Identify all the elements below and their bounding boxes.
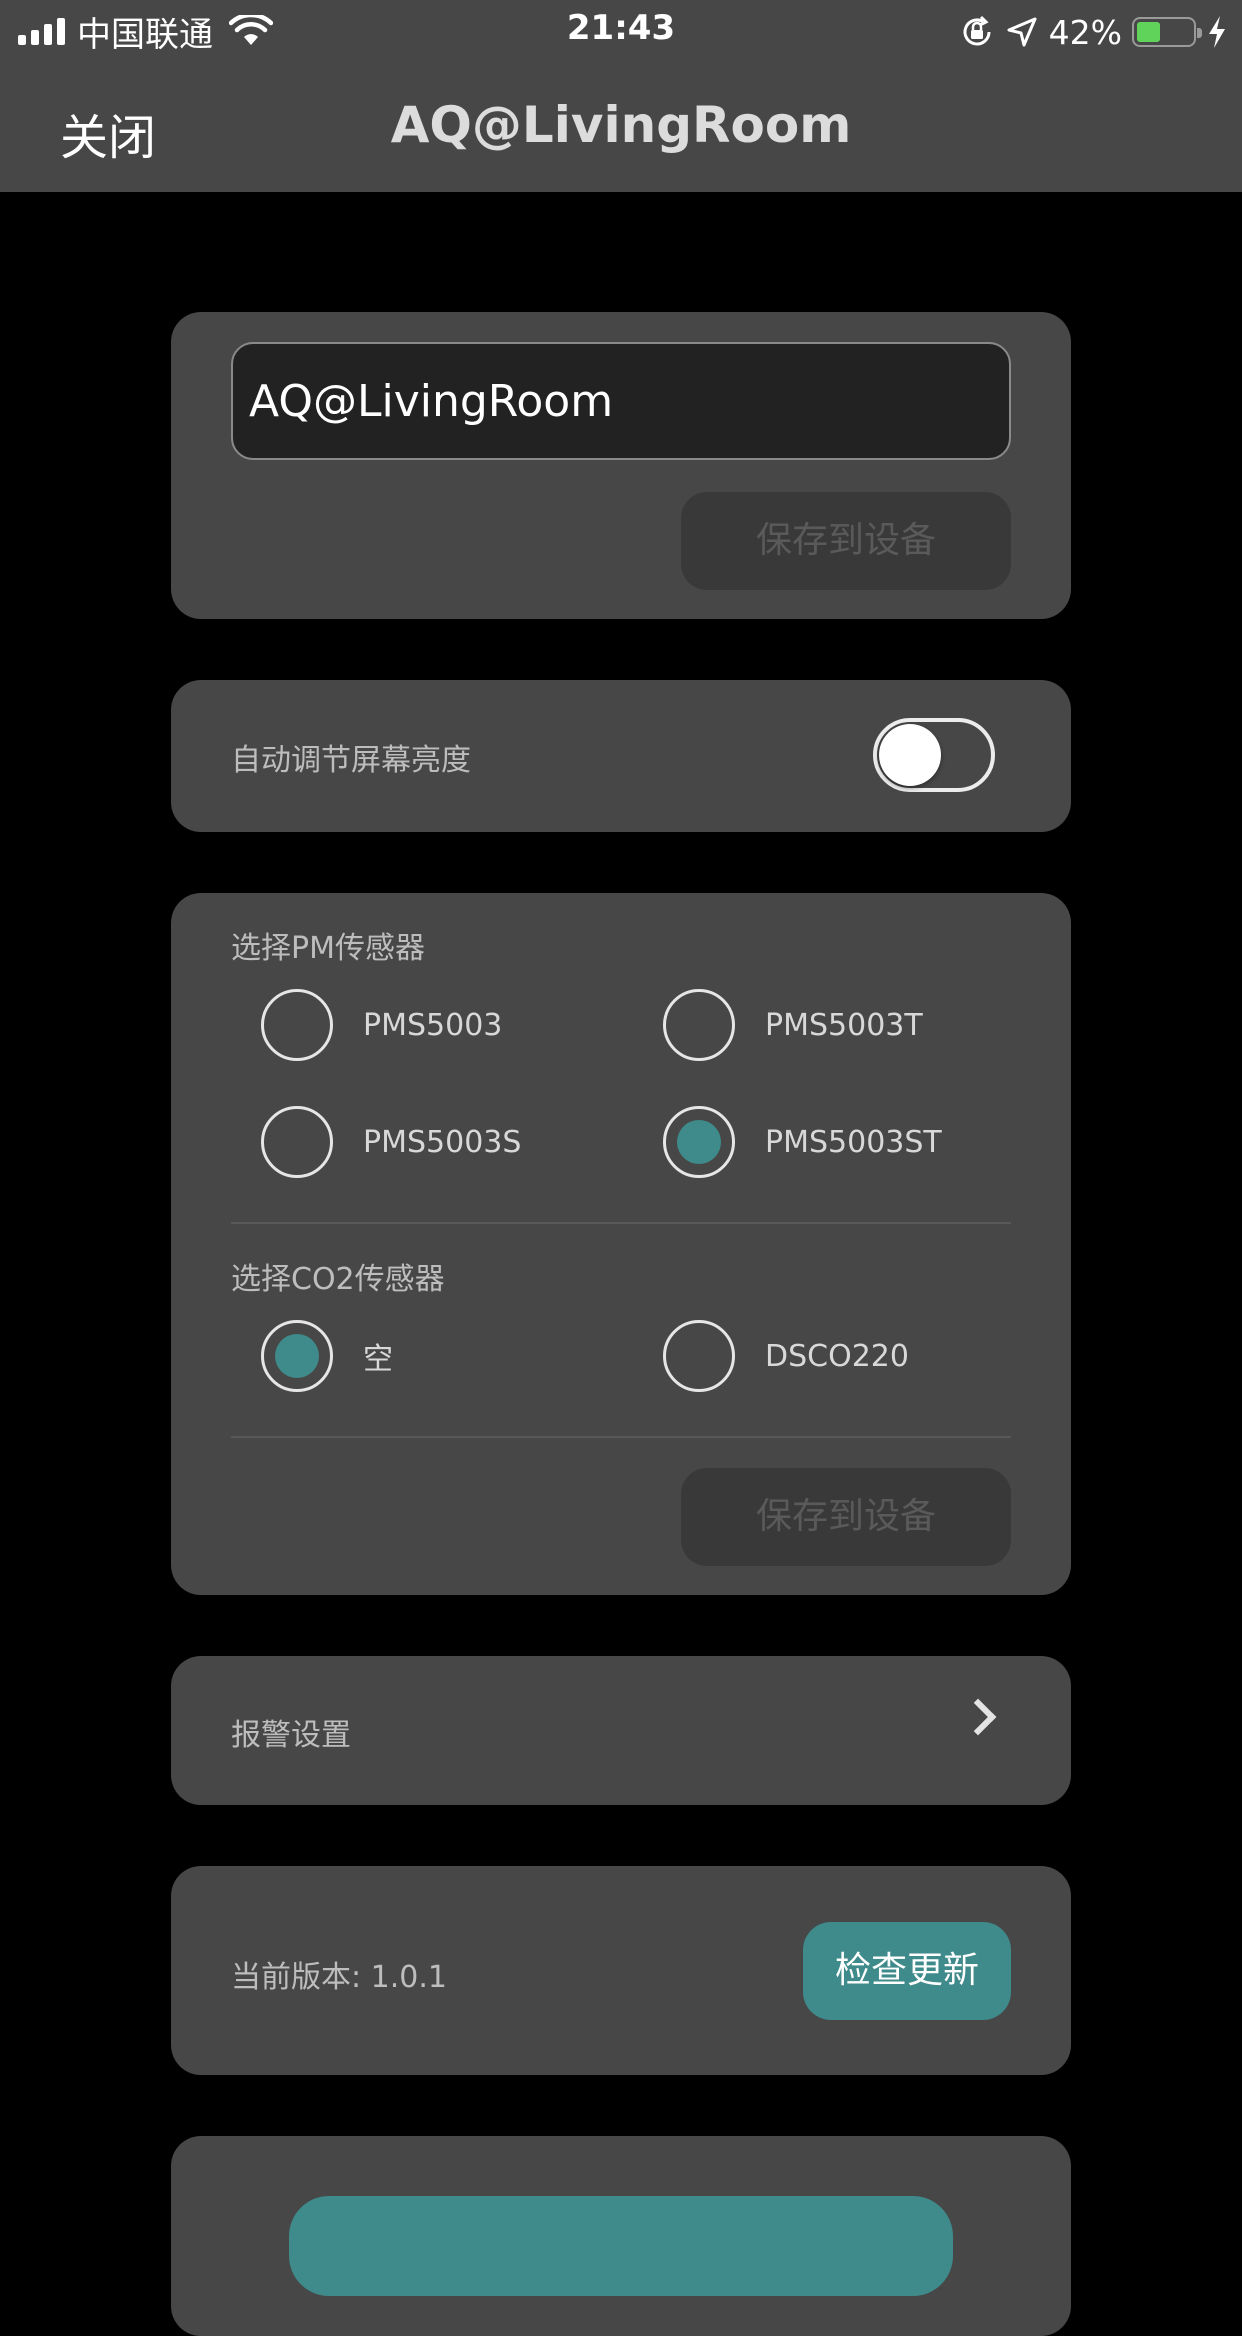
- pm-option-pms5003t[interactable]: PMS5003T: [663, 989, 923, 1061]
- sensor-card: 选择PM传感器 PMS5003 PMS5003T PMS5003S PMS500…: [171, 893, 1071, 1595]
- navigation-bar: 关闭 AQ@LivingRoom: [0, 62, 1242, 192]
- radio-button[interactable]: [663, 989, 735, 1061]
- co2-sensor-title: 选择CO2传感器: [231, 1262, 445, 1297]
- divider: [231, 1222, 1011, 1224]
- bottom-action-button[interactable]: [289, 2196, 953, 2296]
- save-name-button[interactable]: 保存到设备: [681, 492, 1011, 590]
- radio-label: PMS5003T: [765, 1007, 923, 1043]
- radio-label: PMS5003S: [363, 1124, 522, 1160]
- battery-percent: 42%: [1048, 12, 1122, 52]
- pm-option-pms5003[interactable]: PMS5003: [261, 989, 502, 1061]
- pm-option-pms5003st[interactable]: PMS5003ST: [663, 1106, 942, 1178]
- brightness-card: 自动调节屏幕亮度: [171, 680, 1071, 832]
- alarm-settings-label: 报警设置: [231, 1718, 351, 1753]
- page-title: AQ@LivingRoom: [390, 96, 852, 154]
- version-card: 当前版本: 1.0.1 检查更新: [171, 1866, 1071, 2075]
- battery-icon: [1132, 17, 1202, 47]
- radio-button[interactable]: [261, 989, 333, 1061]
- radio-button[interactable]: [261, 1320, 333, 1392]
- top-bar: 中国联通 21:43 42% 关闭 AQ@LivingRoom: [0, 0, 1242, 192]
- device-name-card: 保存到设备: [171, 312, 1071, 619]
- radio-button[interactable]: [261, 1106, 333, 1178]
- save-sensor-button[interactable]: 保存到设备: [681, 1468, 1011, 1566]
- radio-label: PMS5003ST: [765, 1124, 942, 1160]
- brightness-label: 自动调节屏幕亮度: [231, 743, 471, 778]
- divider: [231, 1436, 1011, 1438]
- toggle-knob: [879, 724, 941, 786]
- co2-option-none[interactable]: 空: [261, 1320, 393, 1392]
- charging-icon: [1209, 16, 1225, 48]
- radio-button[interactable]: [663, 1106, 735, 1178]
- pm-option-pms5003s[interactable]: PMS5003S: [261, 1106, 521, 1178]
- radio-label: PMS5003: [363, 1007, 503, 1043]
- auto-brightness-toggle[interactable]: [873, 718, 995, 792]
- bottom-card: [171, 2136, 1071, 2336]
- status-bar: 中国联通 21:43 42%: [0, 0, 1242, 62]
- radio-label: 空: [363, 1342, 393, 1377]
- alarm-settings-card[interactable]: 报警设置: [171, 1656, 1071, 1805]
- version-label: 当前版本: 1.0.1: [231, 1960, 447, 1995]
- location-icon: [1007, 17, 1037, 47]
- radio-button[interactable]: [663, 1320, 735, 1392]
- orientation-lock-icon: [963, 15, 991, 46]
- radio-label: DSCO220: [765, 1338, 909, 1374]
- pm-sensor-title: 选择PM传感器: [231, 931, 425, 966]
- co2-option-dsco220[interactable]: DSCO220: [663, 1320, 909, 1392]
- device-name-input[interactable]: [231, 342, 1011, 460]
- chevron-right-icon: [959, 1698, 997, 1736]
- check-update-button[interactable]: 检查更新: [803, 1922, 1011, 2020]
